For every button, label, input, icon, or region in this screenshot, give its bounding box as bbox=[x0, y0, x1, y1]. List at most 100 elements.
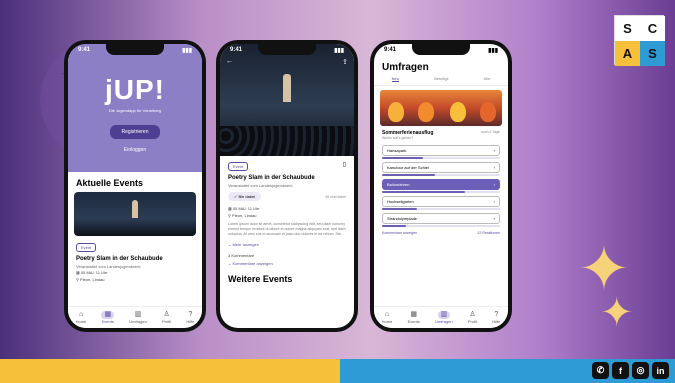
event-title[interactable]: Poetry Slam in der Schaubude bbox=[68, 254, 202, 264]
help-icon: ? bbox=[494, 311, 499, 318]
calendar-icon: ▦ bbox=[410, 311, 417, 318]
balloon-shape bbox=[480, 102, 496, 122]
attend-button[interactable]: ✓ Bin dabei bbox=[228, 192, 262, 201]
tab-label: Hilfe bbox=[492, 319, 501, 324]
poll-option[interactable]: Ballonfahren › bbox=[382, 179, 500, 190]
show-comments-label: Kommentare anzeigen bbox=[232, 261, 273, 266]
show-comments-link[interactable]: ⌄ Kommentare anzeigen bbox=[220, 259, 354, 268]
poll-image bbox=[380, 90, 502, 126]
user-icon: ♙ bbox=[469, 311, 476, 318]
poll-option-bar bbox=[382, 174, 500, 176]
bookmark-icon[interactable]: ▯ bbox=[343, 161, 354, 168]
facebook-icon[interactable]: f bbox=[612, 362, 629, 379]
tab-bar: ⌂ Home ▦ Events ▥ Umfragen ♙ Profil ? Hilfe bbox=[68, 306, 202, 328]
home-hero: 9:41 ▮▮▮ jUP! Die Jugendapp für Vorarlber… bbox=[68, 44, 202, 172]
attend-count: 48 sind dabei bbox=[325, 194, 346, 199]
event-place-text: Pleon, Lindau bbox=[232, 213, 257, 218]
home-screen: 9:41 ▮▮▮ jUP! Die Jugendapp für Vorarlber… bbox=[68, 44, 202, 328]
home-icon: ⌂ bbox=[384, 311, 390, 318]
chevron-right-icon: › bbox=[493, 216, 495, 221]
chevron-right-icon: › bbox=[493, 148, 495, 153]
show-comments-link[interactable]: Kommentare anzeigen bbox=[382, 231, 417, 235]
chevron-right-icon: › bbox=[493, 182, 495, 187]
tab-hilfe[interactable]: ? Hilfe bbox=[186, 311, 194, 324]
chevron-right-icon: › bbox=[493, 199, 495, 204]
tab-beteiligt[interactable]: Beteiligt bbox=[434, 76, 448, 82]
star-decoration-small: ✦ bbox=[600, 291, 634, 335]
event-image[interactable] bbox=[74, 192, 196, 236]
show-more-link[interactable]: ⌄ Mehr anzeigen bbox=[220, 240, 354, 249]
logo-letter: C bbox=[640, 16, 665, 41]
logo-letter: S bbox=[615, 16, 640, 41]
poll-icon: ▥ bbox=[134, 311, 142, 318]
poll-option-bar bbox=[382, 191, 500, 193]
poll-option-label: Hansapark bbox=[387, 148, 407, 153]
status-time: 9:41 bbox=[78, 47, 91, 53]
poll-option[interactable]: Strandolympiade › bbox=[382, 213, 500, 224]
tab-hilfe[interactable]: ? Hilfe bbox=[492, 311, 500, 324]
tab-events[interactable]: ▦ Events bbox=[101, 311, 115, 324]
poll-option-bar bbox=[382, 225, 500, 227]
poll-option[interactable]: Hochseilgarten › bbox=[382, 196, 500, 207]
polls-screen: 9:41 ▮▮▮ Umfragen Neu Beteiligt Alle Somm… bbox=[374, 44, 508, 328]
logo-letter: S bbox=[640, 41, 665, 66]
poll-option-fill bbox=[382, 208, 418, 210]
tab-neu[interactable]: Neu bbox=[391, 76, 399, 82]
event-detail-screen: 9:41 ▮▮▮ ← ⇪ Event ▯ Poetry Slam in der Sc… bbox=[220, 44, 354, 328]
balloon-shape bbox=[388, 102, 404, 122]
tab-umfragen[interactable]: ▥ Umfragen bbox=[435, 311, 453, 324]
poll-question-row: Sommerferienausflug noch 2 Tage bbox=[374, 126, 508, 136]
app-logo: jUP! bbox=[105, 74, 165, 105]
poll-option-fill bbox=[382, 174, 436, 176]
phone-notch bbox=[412, 44, 470, 55]
poll-option[interactable]: Hansapark › bbox=[382, 145, 500, 156]
page-title: Umfragen bbox=[382, 62, 429, 73]
reactions-count: 22 Reaktionen bbox=[477, 231, 500, 235]
section-title: Aktuelle Events bbox=[76, 178, 144, 188]
attend-row: ✓ Bin dabei 48 sind dabei bbox=[220, 188, 354, 205]
event-date-text: 05.MAI, 11 Uhr bbox=[80, 270, 108, 275]
tab-profil[interactable]: ♙ Profil bbox=[468, 311, 477, 324]
tab-home[interactable]: ⌂ Home bbox=[382, 311, 393, 324]
footer-bar: ✆ f ◎ in bbox=[0, 359, 675, 383]
tab-label: Profil bbox=[467, 319, 478, 324]
event-tag: Event bbox=[228, 162, 249, 171]
speaker-figure bbox=[132, 200, 138, 218]
tab-profil[interactable]: ♙ Profil bbox=[162, 311, 171, 324]
back-arrow-icon[interactable]: ← bbox=[226, 58, 233, 66]
poll-option-bar bbox=[382, 208, 500, 210]
tab-home[interactable]: ⌂ Home bbox=[76, 311, 87, 324]
scas-logo: S C A S bbox=[614, 15, 665, 66]
tab-alle[interactable]: Alle bbox=[484, 76, 491, 82]
user-icon: ♙ bbox=[163, 311, 170, 318]
footer-blue: ✆ f ◎ in bbox=[340, 359, 675, 383]
tab-label: Home bbox=[75, 319, 87, 324]
instagram-icon[interactable]: ◎ bbox=[632, 362, 649, 379]
register-button[interactable]: Registrieren bbox=[109, 125, 161, 139]
tab-events[interactable]: ▦ Events bbox=[408, 311, 420, 324]
calendar-icon: ▦ bbox=[101, 311, 115, 319]
poll-hint: Wohin soll's gehen? bbox=[382, 136, 414, 140]
share-icon[interactable]: ⇪ bbox=[342, 58, 348, 66]
tab-label: Home bbox=[381, 319, 393, 324]
event-title: Poetry Slam in der Schaubude bbox=[228, 175, 315, 181]
event-date: ▦ 05.MAI, 11 Uhr bbox=[68, 269, 202, 276]
login-link[interactable]: Einloggen bbox=[68, 147, 202, 153]
balloon-shape bbox=[450, 102, 466, 122]
battery-icon: ▮▮▮ bbox=[334, 47, 344, 54]
tab-umfragen[interactable]: ▥ Umfragen bbox=[129, 311, 147, 324]
poll-option[interactable]: Kanutour auf der Schlei › bbox=[382, 162, 500, 173]
whatsapp-icon[interactable]: ✆ bbox=[592, 362, 609, 379]
linkedin-icon[interactable]: in bbox=[652, 362, 669, 379]
phone-notch bbox=[106, 44, 164, 55]
phone-event-detail: 9:41 ▮▮▮ ← ⇪ Event ▯ Poetry Slam in der Sc… bbox=[216, 40, 358, 332]
battery-icon: ▮▮▮ bbox=[488, 47, 498, 54]
event-description: Lorem ipsum dolor sit amet, consetetur s… bbox=[228, 222, 346, 236]
poll-footer: Kommentare anzeigen 22 Reaktionen bbox=[374, 227, 508, 239]
help-icon: ? bbox=[188, 311, 193, 318]
comments-count: 3 Kommentare bbox=[228, 253, 255, 258]
poll-option-fill bbox=[382, 225, 406, 227]
poll-option-label: Strandolympiade bbox=[387, 216, 418, 221]
crowd-silhouette bbox=[220, 126, 354, 156]
phone-home: 9:41 ▮▮▮ jUP! Die Jugendapp für Vorarlber… bbox=[64, 40, 206, 332]
